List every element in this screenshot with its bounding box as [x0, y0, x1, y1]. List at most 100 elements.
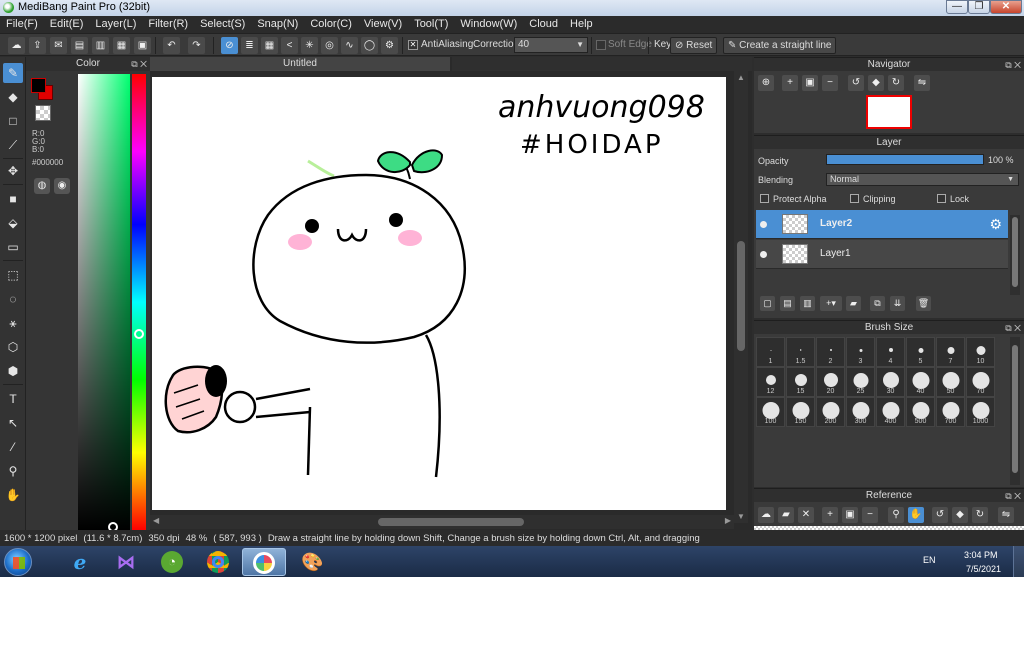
opacity-slider[interactable] — [826, 154, 984, 165]
blending-select[interactable]: Normal ▼ — [826, 173, 1019, 186]
lasso-tool-icon[interactable]: ◌ — [3, 289, 23, 309]
panel-float-close-icon[interactable]: ⧉ ✕ — [1005, 58, 1021, 72]
menu-view[interactable]: View(V) — [358, 16, 402, 33]
navigator-preview[interactable] — [866, 95, 912, 129]
reference-rotate-left-icon[interactable]: ↺ — [932, 507, 948, 523]
brush-tool-icon[interactable]: ✎ — [3, 63, 23, 83]
magic-wand-tool-icon[interactable]: ⚹ — [3, 313, 23, 333]
brush-size-option[interactable]: 150 — [786, 397, 815, 427]
scroll-left-icon[interactable]: ◀ — [153, 516, 159, 525]
brush-size-option[interactable]: 1.5 — [786, 337, 815, 367]
eyedropper-tool-icon[interactable]: ⚲ — [3, 461, 23, 481]
taskbar-chrome[interactable] — [196, 548, 240, 576]
menu-color[interactable]: Color(C) — [304, 16, 352, 33]
snap-off-icon[interactable]: ⊘ — [221, 37, 238, 54]
start-button[interactable] — [4, 548, 32, 576]
brush-size-option[interactable]: 5 — [906, 337, 935, 367]
vanishing-point-snap-icon[interactable]: < — [281, 37, 298, 54]
menu-snap[interactable]: Snap(N) — [251, 16, 298, 33]
gradient-tool-icon[interactable]: ▭ — [3, 237, 23, 257]
reference-close-icon[interactable]: ✕ — [798, 507, 814, 523]
brush-size-option[interactable]: 2 — [816, 337, 845, 367]
rotate-left-icon[interactable]: ↺ — [848, 75, 864, 91]
cloud-icon[interactable]: ☁ — [8, 37, 25, 54]
layer-scroll-thumb[interactable] — [1012, 217, 1018, 287]
hue-slider[interactable] — [132, 74, 146, 530]
text-tool-icon[interactable]: T — [3, 389, 23, 409]
menu-help[interactable]: Help — [564, 16, 593, 33]
new-halftone-layer-icon[interactable]: ▤ — [780, 296, 795, 311]
share-icon[interactable]: ⇪ — [29, 37, 46, 54]
layer-row-layer1[interactable]: Layer1 — [756, 240, 1008, 269]
undo-icon[interactable]: ↶ — [163, 37, 180, 54]
brush-size-option[interactable]: 70 — [966, 367, 995, 397]
curve-snap-icon[interactable]: ∿ — [341, 37, 358, 54]
rotate-right-icon[interactable]: ↻ — [888, 75, 904, 91]
canvas-horizontal-scrollbar[interactable]: ◀ ▶ — [150, 515, 734, 529]
saturation-value-picker[interactable] — [78, 74, 130, 530]
color-wheel-icon[interactable]: ◍ — [34, 178, 50, 194]
taskbar-visual-studio[interactable]: ⋈ — [104, 548, 148, 576]
merge-down-icon[interactable]: ⇊ — [890, 296, 905, 311]
flip-horizontal-icon[interactable]: ⇋ — [914, 75, 930, 91]
duplicate-layer-icon[interactable]: ⧉ — [870, 296, 885, 311]
brush-size-option[interactable]: 30 — [876, 367, 905, 397]
brush-size-option[interactable]: 200 — [816, 397, 845, 427]
cross-snap-icon[interactable]: ▦ — [261, 37, 278, 54]
taskbar-medibang[interactable] — [242, 548, 286, 576]
vertical-scroll-thumb[interactable] — [737, 241, 745, 351]
canvas-vertical-scrollbar[interactable]: ▲ ▼ — [734, 71, 748, 523]
new-folder-icon[interactable]: ▰ — [846, 296, 861, 311]
parallel-snap-icon[interactable]: ≣ — [241, 37, 258, 54]
drawing-canvas[interactable]: anhvuong098 #HOIDAP — [152, 77, 726, 510]
brush-size-option[interactable]: 100 — [756, 397, 785, 427]
snap-settings-icon[interactable]: ⚙ — [381, 37, 398, 54]
zoom-in-icon[interactable]: + — [782, 75, 798, 91]
soft-edge-checkbox[interactable] — [596, 40, 606, 50]
bucket-tool-icon[interactable]: ⬙ — [3, 213, 23, 233]
show-desktop-button[interactable] — [1013, 546, 1024, 577]
maximize-button[interactable]: ❐ — [968, 0, 990, 14]
brush-size-option[interactable]: 700 — [936, 397, 965, 427]
brush-size-scrollbar[interactable] — [1010, 337, 1020, 485]
reference-fit-icon[interactable]: ▣ — [842, 507, 858, 523]
reference-flip-icon[interactable]: ⇋ — [998, 507, 1014, 523]
rotate-reset-icon[interactable]: ◆ — [868, 75, 884, 91]
brush-size-option[interactable]: 4 — [876, 337, 905, 367]
move-tool-icon[interactable]: ✥ — [3, 161, 23, 181]
visibility-eye-icon[interactable] — [760, 221, 767, 228]
brush-size-option[interactable]: 40 — [906, 367, 935, 397]
gear-icon[interactable]: ⚙ — [989, 216, 1002, 233]
brush-size-option[interactable]: 300 — [846, 397, 875, 427]
comment-icon[interactable]: ✉ — [50, 37, 67, 54]
line-tool-icon[interactable]: ⟋ — [3, 135, 23, 155]
reference-hand-icon[interactable]: ✋ — [908, 507, 924, 523]
tab-untitled[interactable]: Untitled — [150, 57, 450, 71]
reference-zoom-in-icon[interactable]: + — [822, 507, 838, 523]
scroll-down-icon[interactable]: ▼ — [737, 512, 745, 521]
grid-icon[interactable]: ▣ — [134, 37, 151, 54]
menu-select[interactable]: Select(S) — [194, 16, 245, 33]
language-indicator[interactable]: EN — [923, 555, 936, 565]
menu-cloud[interactable]: Cloud — [523, 16, 558, 33]
page-icon[interactable]: ▥ — [92, 37, 109, 54]
color-palette-icon[interactable]: ◉ — [54, 178, 70, 194]
brush-size-option[interactable]: 25 — [846, 367, 875, 397]
panel-float-close-icon[interactable]: ⧉ ✕ — [1005, 489, 1021, 503]
lock-checkbox[interactable] — [937, 194, 946, 203]
brush-size-option[interactable]: 400 — [876, 397, 905, 427]
panel-float-close-icon[interactable]: ⧉ ✕ — [131, 57, 147, 71]
reference-eyedropper-icon[interactable]: ⚲ — [888, 507, 904, 523]
reference-rotate-reset-icon[interactable]: ◆ — [952, 507, 968, 523]
hand-tool-icon[interactable]: ✋ — [3, 485, 23, 505]
taskbar-paint[interactable]: 🎨 — [290, 548, 334, 576]
brush-size-option[interactable]: 12 — [756, 367, 785, 397]
circle-snap-icon[interactable]: ◯ — [361, 37, 378, 54]
taskbar-internet-explorer[interactable]: e — [58, 548, 102, 576]
menu-layer[interactable]: Layer(L) — [89, 16, 136, 33]
protect-alpha-checkbox[interactable] — [760, 194, 769, 203]
correction-select[interactable]: 40 ▼ — [514, 37, 588, 53]
reset-button[interactable]: ⊘ Reset — [670, 37, 718, 54]
brush-size-option[interactable]: 20 — [816, 367, 845, 397]
brush-size-option[interactable]: 10 — [966, 337, 995, 367]
